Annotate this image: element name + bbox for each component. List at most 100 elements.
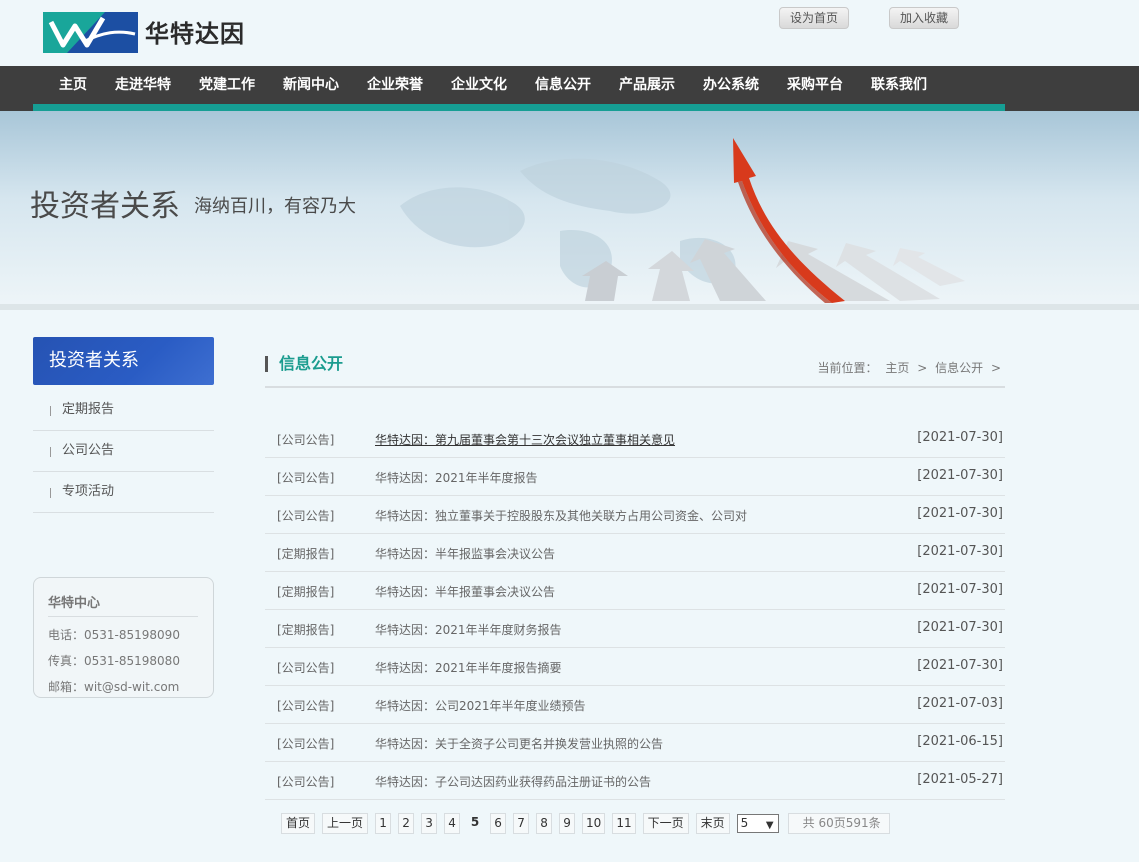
contact-email: 邮箱：wit@sd-wit.com xyxy=(48,680,180,694)
breadcrumb-home[interactable]: 主页 xyxy=(885,361,909,375)
list-item: [定期报告] 华特达因：半年报监事会决议公告 [2021-07-30] xyxy=(265,534,1005,572)
section-header: 信息公开 当前位置： 主页 > 信息公开 > xyxy=(265,350,1005,388)
item-category: [定期报告] xyxy=(277,585,335,599)
nav-item-products[interactable]: 产品展示 xyxy=(605,66,689,104)
page-number-button[interactable]: 6 xyxy=(490,812,507,834)
contact-title: 华特中心 xyxy=(48,592,198,617)
item-title-link[interactable]: 华特达因：第九届董事会第十三次会议独立董事相关意见 xyxy=(375,431,675,448)
next-page-button[interactable]: 下一页 xyxy=(642,812,689,834)
breadcrumb-separator: > xyxy=(990,361,1001,375)
contact-fax: 传真：0531-85198080 xyxy=(48,654,180,668)
page-number-button[interactable]: 9 xyxy=(559,812,576,834)
item-title-link[interactable]: 华特达因：2021年半年度财务报告 xyxy=(375,621,562,638)
banner-divider xyxy=(0,304,1139,310)
banner-title: 投资者关系 xyxy=(30,189,180,224)
page-number-button[interactable]: 2 xyxy=(398,812,415,834)
item-date: [2021-07-30] xyxy=(917,658,1003,673)
item-category: [公司公告] xyxy=(277,661,335,675)
list-item: [定期报告] 华特达因：半年报董事会决议公告 [2021-07-30] xyxy=(265,572,1005,610)
item-category: [公司公告] xyxy=(277,699,335,713)
nav-accent-bar xyxy=(33,104,1005,111)
item-title-link[interactable]: 华特达因：公司2021年半年度业绩预告 xyxy=(375,697,586,714)
item-title-link[interactable]: 华特达因：子公司达因药业获得药品注册证书的公告 xyxy=(375,773,651,790)
item-date: [2021-07-30] xyxy=(917,620,1003,635)
item-title-link[interactable]: 华特达因：半年报监事会决议公告 xyxy=(375,545,555,562)
breadcrumb: 当前位置： 主页 > 信息公开 > xyxy=(818,359,1005,376)
item-category: [公司公告] xyxy=(277,775,335,789)
list-item: [公司公告] 华特达因：第九届董事会第十三次会议独立董事相关意见 [2021-0… xyxy=(265,420,1005,458)
page-number-button[interactable]: 7 xyxy=(513,812,530,834)
item-title-link[interactable]: 华特达因：独立董事关于控股股东及其他关联方占用公司资金、公司对 xyxy=(375,507,747,524)
sidebar-item-announcements[interactable]: 公司公告 xyxy=(33,431,214,472)
current-page: 5 xyxy=(470,814,480,829)
list-item: [公司公告] 华特达因：关于全资子公司更名并换发营业执照的公告 [2021-06… xyxy=(265,724,1005,762)
pagination: 首页 上一页 1 2 3 4 5 6 7 8 9 10 11 下一页 末页 5 … xyxy=(281,812,890,834)
breadcrumb-disclosure[interactable]: 信息公开 xyxy=(935,361,983,375)
item-title-link[interactable]: 华特达因：半年报董事会决议公告 xyxy=(375,583,555,600)
nav-item-disclosure[interactable]: 信息公开 xyxy=(521,66,605,104)
last-page-button[interactable]: 末页 xyxy=(695,812,730,834)
item-title-link[interactable]: 华特达因：2021年半年度报告摘要 xyxy=(375,659,562,676)
list-item: [公司公告] 华特达因：2021年半年度报告摘要 [2021-07-30] xyxy=(265,648,1005,686)
list-item: [公司公告] 华特达因：子公司达因药业获得药品注册证书的公告 [2021-05-… xyxy=(265,762,1005,800)
item-title-link[interactable]: 华特达因：2021年半年度报告 xyxy=(375,469,538,486)
nav-item-news[interactable]: 新闻中心 xyxy=(269,66,353,104)
page-number-button[interactable]: 10 xyxy=(582,812,606,834)
item-date: [2021-07-30] xyxy=(917,506,1003,521)
nav-item-office[interactable]: 办公系统 xyxy=(689,66,773,104)
item-date: [2021-06-15] xyxy=(917,734,1003,749)
nav-item-contact[interactable]: 联系我们 xyxy=(857,66,941,104)
site-header: 华特达因 设为首页 加入收藏 xyxy=(0,0,1139,66)
list-item: [公司公告] 华特达因：公司2021年半年度业绩预告 [2021-07-03] xyxy=(265,686,1005,724)
sidebar-heading: 投资者关系 xyxy=(33,337,214,385)
nav-item-home[interactable]: 主页 xyxy=(45,66,101,104)
nav-item-culture[interactable]: 企业文化 xyxy=(437,66,521,104)
page-number-button[interactable]: 11 xyxy=(612,812,636,834)
list-item: [公司公告] 华特达因：独立董事关于控股股东及其他关联方占用公司资金、公司对 [… xyxy=(265,496,1005,534)
item-category: [公司公告] xyxy=(277,509,335,523)
item-date: [2021-07-30] xyxy=(917,430,1003,445)
add-favorite-button[interactable]: 加入收藏 xyxy=(889,7,959,29)
section-title: 信息公开 xyxy=(265,356,343,372)
page-number-button[interactable]: 3 xyxy=(421,812,438,834)
sidebar-item-periodic-reports[interactable]: 定期报告 xyxy=(33,390,214,431)
page-select-value: 5 xyxy=(740,815,749,830)
item-category: [公司公告] xyxy=(277,471,335,485)
banner-subtitle: 海纳百川，有容乃大 xyxy=(194,196,356,217)
page-select[interactable]: 5 ▼ xyxy=(736,813,779,833)
item-date: [2021-07-30] xyxy=(917,544,1003,559)
company-logo[interactable] xyxy=(43,12,138,53)
pagination-total: 共 60页591条 xyxy=(787,812,890,834)
contact-phone: 电话：0531-85198090 xyxy=(48,628,180,642)
item-category: [定期报告] xyxy=(277,623,335,637)
item-date: [2021-05-27] xyxy=(917,772,1003,787)
banner: 投资者关系 海纳百川，有容乃大 xyxy=(0,111,1139,307)
list-item: [定期报告] 华特达因：2021年半年度财务报告 [2021-07-30] xyxy=(265,610,1005,648)
prev-page-button[interactable]: 上一页 xyxy=(322,812,369,834)
item-category: [公司公告] xyxy=(277,433,335,447)
nav-item-procurement[interactable]: 采购平台 xyxy=(773,66,857,104)
item-date: [2021-07-30] xyxy=(917,468,1003,483)
item-date: [2021-07-03] xyxy=(917,696,1003,711)
chevron-down-icon: ▼ xyxy=(765,819,774,831)
sidebar-item-special-events[interactable]: 专项活动 xyxy=(33,472,214,513)
nav-item-honors[interactable]: 企业荣誉 xyxy=(353,66,437,104)
brand-name: 华特达因 xyxy=(145,20,245,48)
contact-box: 华特中心 电话：0531-85198090 传真：0531-85198080 邮… xyxy=(33,577,214,698)
page-number-button[interactable]: 1 xyxy=(375,812,392,834)
nav-item-about[interactable]: 走进华特 xyxy=(101,66,185,104)
announcement-list: [公司公告] 华特达因：第九届董事会第十三次会议独立董事相关意见 [2021-0… xyxy=(265,420,1005,800)
item-category: [定期报告] xyxy=(277,547,335,561)
item-category: [公司公告] xyxy=(277,737,335,751)
breadcrumb-separator: > xyxy=(917,361,928,375)
page-number-button[interactable]: 8 xyxy=(536,812,553,834)
item-date: [2021-07-30] xyxy=(917,582,1003,597)
list-item: [公司公告] 华特达因：2021年半年度报告 [2021-07-30] xyxy=(265,458,1005,496)
nav-item-party[interactable]: 党建工作 xyxy=(185,66,269,104)
set-homepage-button[interactable]: 设为首页 xyxy=(779,7,849,29)
sidebar-menu: 定期报告 公司公告 专项活动 xyxy=(33,390,214,513)
first-page-button[interactable]: 首页 xyxy=(281,812,316,834)
breadcrumb-prefix: 当前位置： xyxy=(817,361,878,375)
page-number-button[interactable]: 4 xyxy=(444,812,461,834)
item-title-link[interactable]: 华特达因：关于全资子公司更名并换发营业执照的公告 xyxy=(375,735,663,752)
